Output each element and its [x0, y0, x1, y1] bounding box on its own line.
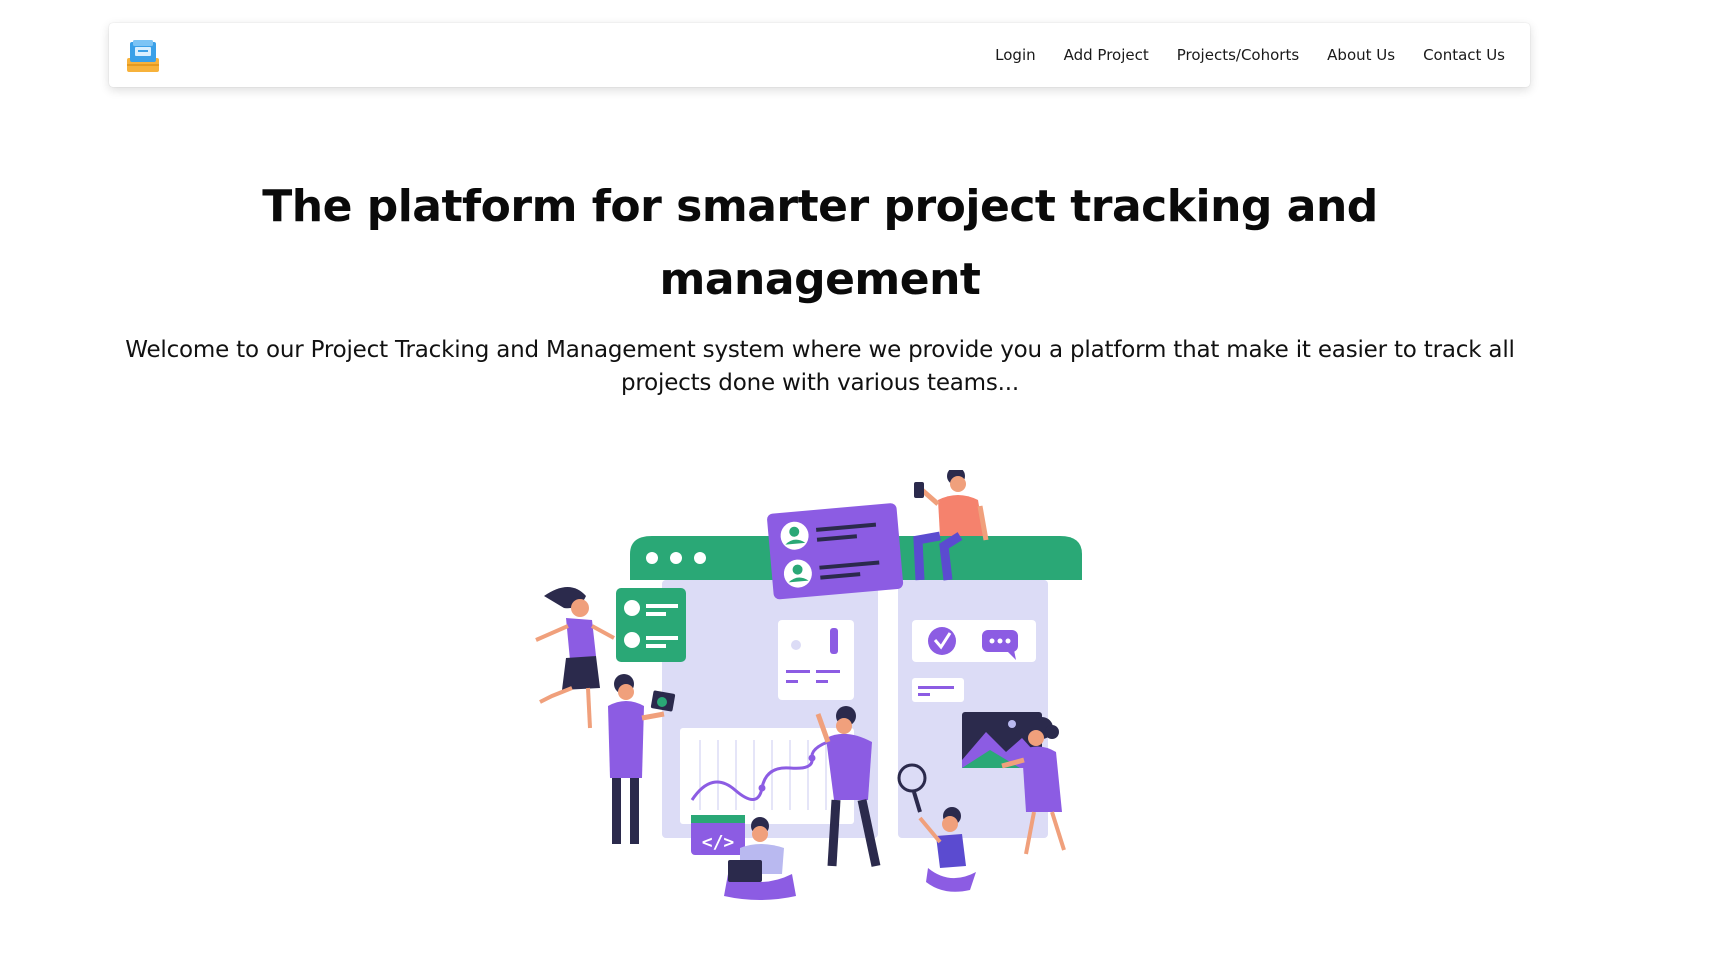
logo-icon[interactable]: [125, 38, 161, 74]
nav-about-us[interactable]: About Us: [1327, 46, 1395, 64]
nav-contact-us[interactable]: Contact Us: [1423, 46, 1505, 64]
hero-subtitle: Welcome to our Project Tracking and Mana…: [125, 337, 1515, 396]
nav-add-project[interactable]: Add Project: [1064, 46, 1149, 64]
nav-projects-cohorts[interactable]: Projects/Cohorts: [1177, 46, 1299, 64]
nav-login[interactable]: Login: [995, 46, 1035, 64]
list-card: [616, 588, 686, 662]
top-navbar: Login Add Project Projects/Cohorts About…: [109, 23, 1530, 87]
nav-links: Login Add Project Projects/Cohorts About…: [967, 23, 1505, 87]
profile-card: [767, 503, 904, 600]
team-collaboration-illustration: </>: [535, 470, 1082, 900]
hero-title: The platform for smarter project trackin…: [262, 181, 1378, 305]
svg-text:</>: </>: [702, 832, 735, 853]
person-running: [535, 587, 615, 729]
